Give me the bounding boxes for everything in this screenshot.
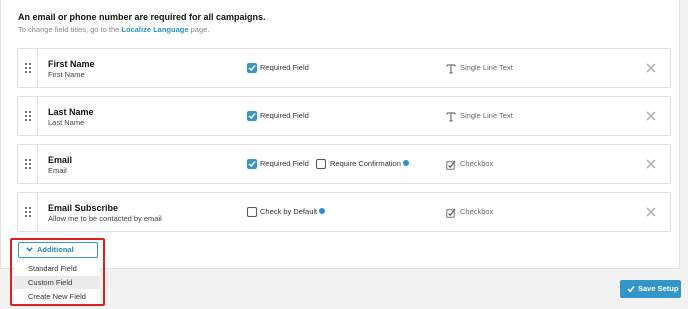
- field-row-last-name: Last Name Last Name Required Field Singl…: [17, 96, 671, 136]
- close-icon[interactable]: [646, 207, 656, 217]
- check-icon: [627, 286, 635, 293]
- drag-handle-icon[interactable]: [18, 193, 38, 231]
- required-label: Required Field: [260, 159, 309, 168]
- intro-hint-suffix: page.: [190, 25, 210, 34]
- drag-handle-icon[interactable]: [18, 49, 38, 87]
- save-setup-button[interactable]: Save Setup: [620, 280, 681, 298]
- info-icon[interactable]: [402, 160, 409, 166]
- checkmark-icon: [248, 161, 256, 168]
- checkmark-icon: [248, 65, 256, 72]
- require-confirmation-checkbox[interactable]: [316, 159, 326, 169]
- field-type-label: Single Line Text: [460, 111, 513, 120]
- checkbox-icon: [446, 160, 456, 170]
- check-by-default-checkbox[interactable]: [247, 207, 257, 217]
- intro-title: An email or phone number are required fo…: [18, 12, 266, 22]
- intro-hint-prefix: To change field titles, go to the: [18, 25, 120, 34]
- close-icon[interactable]: [646, 111, 656, 121]
- field-sublabel: First Name: [48, 70, 85, 79]
- drag-handle-icon[interactable]: [18, 97, 38, 135]
- required-label: Required Field: [260, 111, 309, 120]
- close-icon[interactable]: [646, 159, 656, 169]
- annotation-highlight-box: [10, 238, 105, 306]
- field-setup-card: An email or phone number are required fo…: [0, 0, 680, 269]
- close-icon[interactable]: [646, 63, 656, 73]
- save-setup-label: Save Setup: [638, 284, 679, 293]
- required-checkbox[interactable]: [247, 111, 257, 121]
- drag-handle-icon[interactable]: [18, 145, 38, 183]
- field-sublabel: Email: [48, 166, 67, 175]
- field-name: First Name: [48, 59, 95, 69]
- field-name: Last Name: [48, 107, 94, 117]
- require-confirmation-label: Require Confirmation: [330, 159, 409, 169]
- required-checkbox[interactable]: [247, 159, 257, 169]
- field-sublabel: Last Name: [48, 118, 85, 127]
- intro-hint: To change field titles, go to the Locali…: [18, 23, 266, 36]
- field-row-email: Email Email Required Field Require Confi…: [17, 144, 671, 184]
- check-by-default-label: Check by Default: [260, 207, 326, 217]
- required-label: Required Field: [260, 63, 309, 72]
- text-t-icon: [446, 64, 456, 74]
- intro-block: An email or phone number are required fo…: [18, 11, 266, 36]
- field-type-label: Single Line Text: [460, 63, 513, 72]
- field-row-first-name: First Name First Name Required Field Sin…: [17, 48, 671, 88]
- checkbox-icon: [446, 208, 456, 218]
- required-checkbox[interactable]: [247, 63, 257, 73]
- field-type-label: Checkbox: [460, 159, 494, 168]
- field-sublabel: Allow me to be contacted by email: [48, 214, 162, 223]
- field-name: Email: [48, 155, 73, 165]
- field-name: Email Subscribe: [48, 203, 119, 213]
- field-type-label: Checkbox: [460, 207, 494, 216]
- field-row-email-subscribe: Email Subscribe Allow me to be contacted…: [17, 192, 671, 232]
- localize-language-link[interactable]: Localize Language: [121, 25, 188, 34]
- checkmark-icon: [248, 113, 256, 120]
- text-t-icon: [446, 112, 456, 122]
- info-icon[interactable]: [319, 208, 326, 214]
